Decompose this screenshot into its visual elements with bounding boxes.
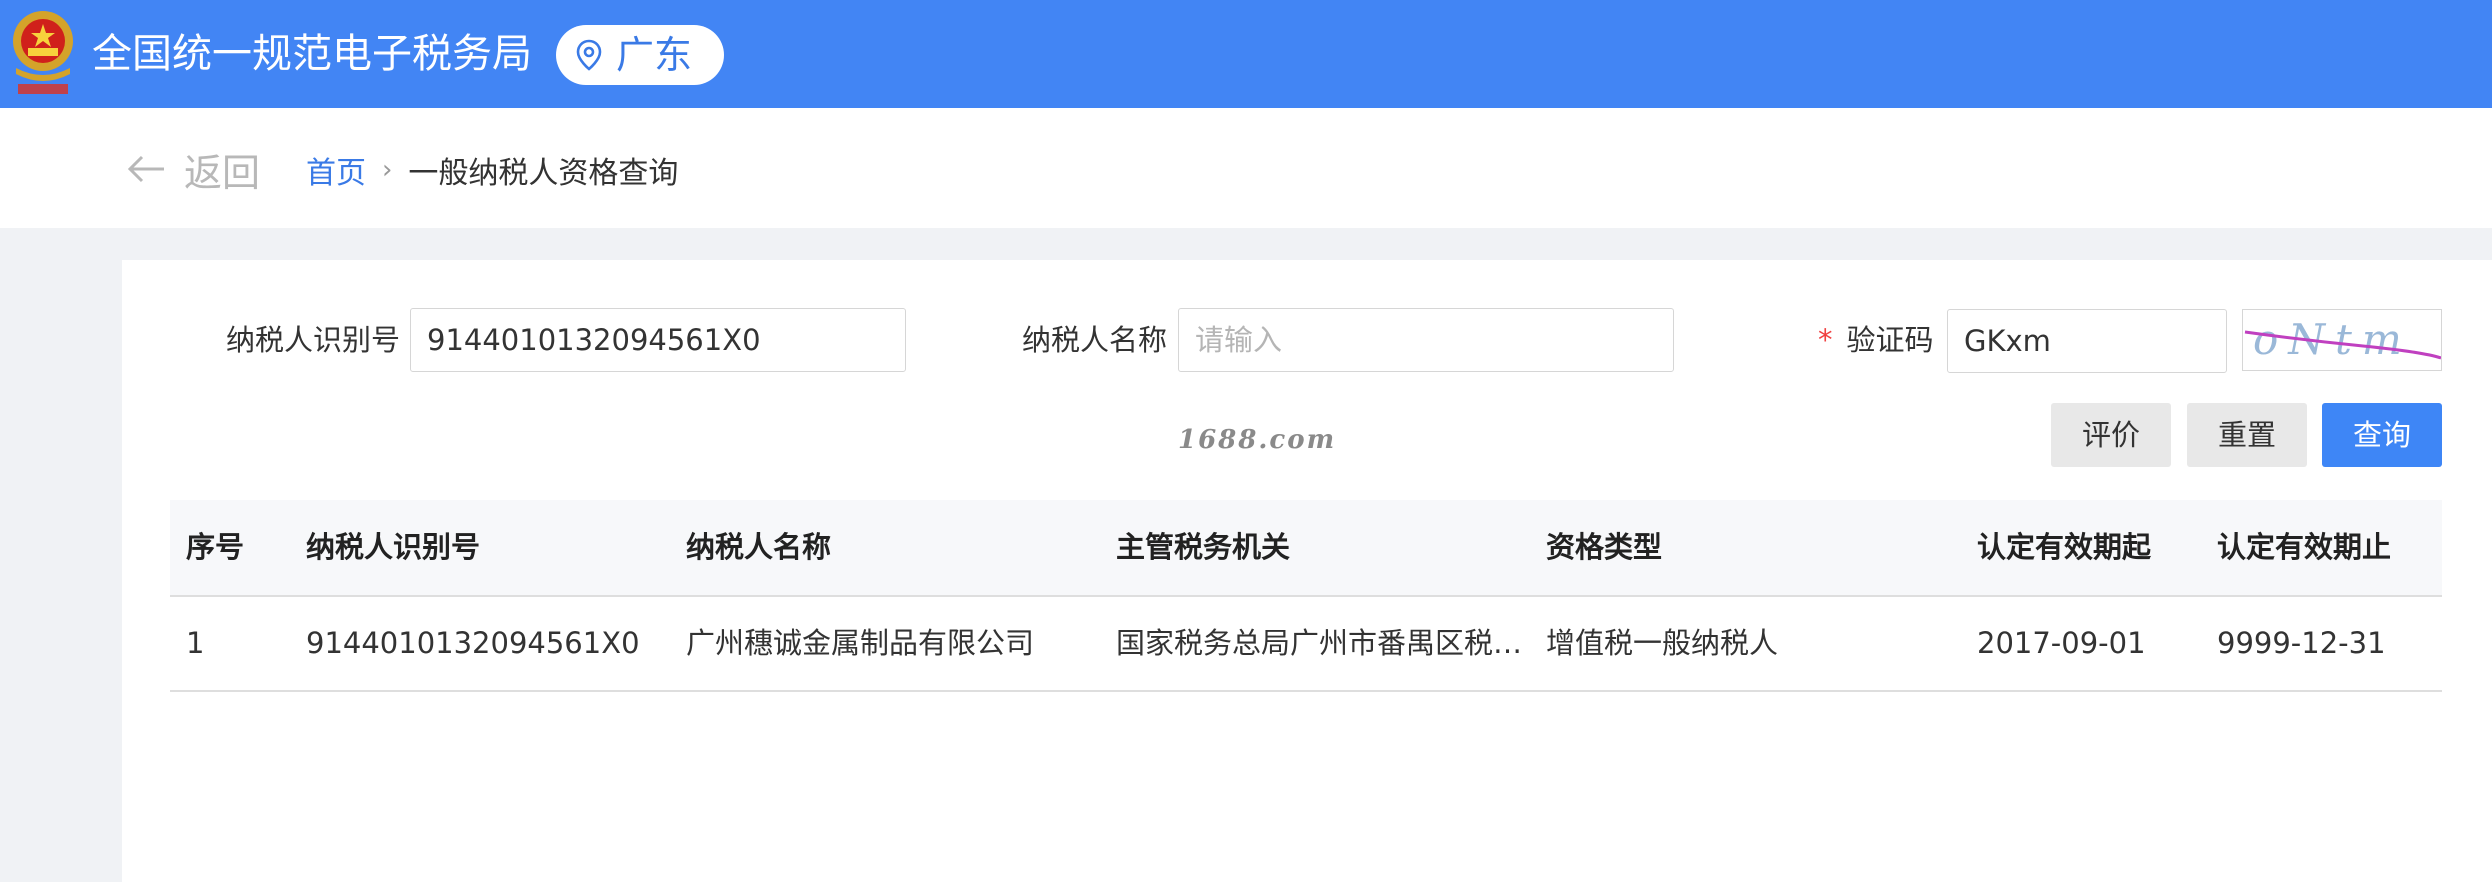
column-header: 纳税人识别号 [306,530,481,564]
captcha-label-group: * 验证码 [1818,308,1934,372]
captcha-label: 验证码 [1846,323,1934,357]
region-name: 广东 [616,33,693,77]
taxpayer-id-input[interactable] [410,308,906,372]
evaluate-button[interactable]: 评价 [2051,403,2171,467]
captcha-image[interactable]: oNtm [2242,309,2442,371]
table-cell: 广州穗诚金属制品有限公司 [686,626,1035,660]
column-header: 认定有效期止 [2217,530,2392,564]
required-mark: * [1818,323,1833,357]
captcha-text: oNtm [2253,315,2412,364]
table-cell: 1 [186,626,205,660]
back-label: 返回 [184,150,261,195]
table-cell: 9144010132094561X0 [306,626,640,660]
watermark-text: 1688.com [1178,425,1337,455]
column-header: 资格类型 [1546,530,1663,564]
nav-bar: 返回 首页 › 一般纳税人资格查询 [0,108,2492,228]
breadcrumb-separator: › [382,155,393,185]
column-header: 序号 [186,530,245,564]
column-header: 认定有效期起 [1977,530,2152,564]
table-cell: 9999-12-31 [2217,626,2386,660]
back-button[interactable]: 返回 [126,144,261,195]
arrow-left-icon [127,155,164,183]
taxpayer-id-label: 纳税人识别号 [226,323,401,357]
national-emblem-icon [13,11,73,94]
table-cell: 2017-09-01 [1977,626,2146,660]
breadcrumb-home-link[interactable]: 首页 [306,148,366,192]
region-selector[interactable]: 广东 [556,25,724,85]
query-button[interactable]: 查询 [2322,403,2442,467]
captcha-drawing: oNtm [2244,315,2442,364]
reset-button[interactable]: 重置 [2187,403,2307,467]
column-header: 主管税务机关 [1116,530,1291,564]
captcha-input[interactable] [1947,309,2227,373]
column-header: 纳税人名称 [686,530,832,564]
breadcrumb-current: 一般纳税人资格查询 [408,156,679,191]
taxpayer-name-label: 纳税人名称 [1022,323,1168,357]
table-cell: 国家税务总局广州市番禺区税… [1116,626,1523,660]
site-title: 全国统一规范电子税务局 [92,31,532,77]
table-row: 1 9144010132094561X0 广州穗诚金属制品有限公司 国家税务总局… [170,597,2442,692]
table-header: 序号 纳税人识别号 纳税人名称 主管税务机关 资格类型 认定有效期起 认定有效期… [170,500,2442,597]
top-bar: 全国统一规范电子税务局 广东 [0,0,2492,108]
breadcrumb: 首页 › 一般纳税人资格查询 [306,148,678,192]
taxpayer-name-input[interactable] [1178,308,1674,372]
table-cell: 增值税一般纳税人 [1546,626,1779,660]
map-pin-icon [576,39,602,71]
